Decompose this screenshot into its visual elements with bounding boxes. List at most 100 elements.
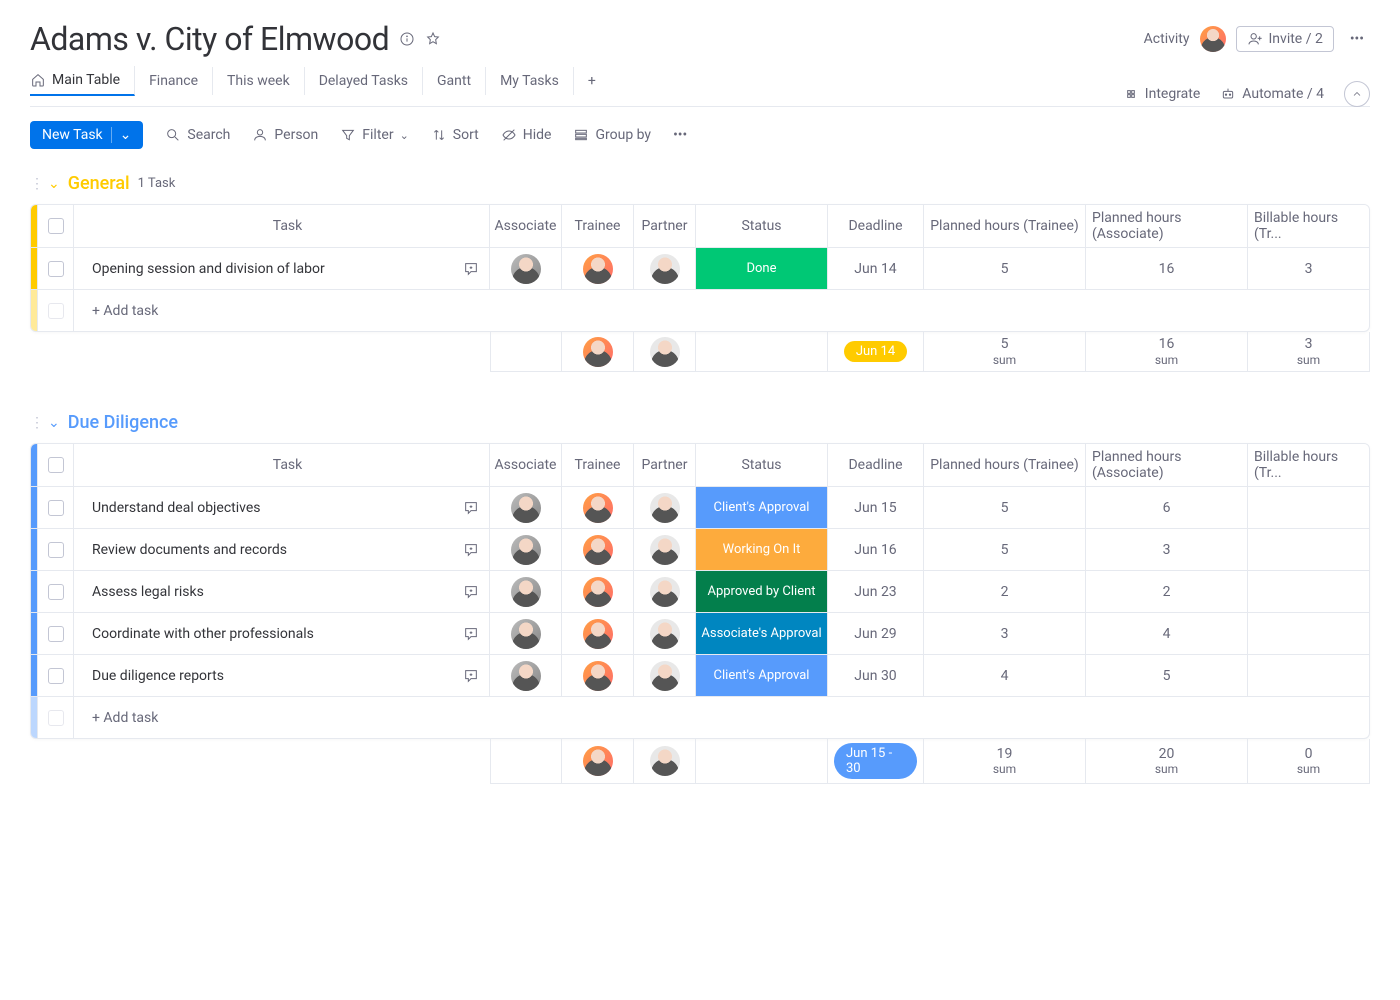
col-planned-trainee[interactable]: Planned hours (Trainee) (923, 205, 1085, 247)
tab-this-week[interactable]: This week (213, 67, 305, 95)
drag-icon[interactable]: ⋮ (30, 415, 40, 431)
integrate-button[interactable]: Integrate (1123, 86, 1201, 102)
automate-button[interactable]: Automate / 4 (1220, 86, 1324, 102)
deadline-cell[interactable]: Jun 30 (827, 655, 923, 696)
partner-avatar[interactable] (633, 248, 695, 289)
associate-avatar[interactable] (489, 487, 561, 528)
billable-trainee-cell[interactable] (1247, 613, 1369, 654)
invite-button[interactable]: Invite / 2 (1236, 26, 1334, 52)
chevron-down-icon[interactable]: ⌄ (48, 415, 60, 431)
activity-link[interactable]: Activity (1144, 31, 1190, 47)
billable-trainee-cell[interactable]: 3 (1247, 248, 1369, 289)
col-billable-trainee[interactable]: Billable hours (Tr... (1247, 444, 1369, 486)
row-checkbox[interactable] (37, 529, 73, 570)
row-checkbox[interactable] (37, 571, 73, 612)
add-task-button[interactable]: + Add task (73, 290, 453, 331)
conversation-icon[interactable] (453, 571, 489, 612)
star-icon[interactable] (425, 31, 441, 47)
partner-avatar[interactable] (633, 571, 695, 612)
col-task[interactable]: Task (73, 205, 489, 247)
filter-button[interactable]: Filter⌄ (340, 127, 409, 143)
tab-delayed-tasks[interactable]: Delayed Tasks (305, 67, 423, 95)
task-name[interactable]: Coordinate with other professionals (73, 613, 453, 654)
more-icon[interactable]: ••• (1344, 31, 1370, 47)
col-associate[interactable]: Associate (489, 205, 561, 247)
trainee-avatar[interactable] (561, 529, 633, 570)
deadline-cell[interactable]: Jun 16 (827, 529, 923, 570)
trainee-avatar[interactable] (561, 613, 633, 654)
col-deadline[interactable]: Deadline (827, 205, 923, 247)
add-tab-button[interactable]: + (574, 67, 610, 95)
col-trainee[interactable]: Trainee (561, 444, 633, 486)
billable-trainee-cell[interactable] (1247, 529, 1369, 570)
partner-avatar[interactable] (633, 487, 695, 528)
planned-associate-cell[interactable]: 3 (1085, 529, 1247, 570)
planned-associate-cell[interactable]: 4 (1085, 613, 1247, 654)
tab-gantt[interactable]: Gantt (423, 67, 486, 95)
associate-avatar[interactable] (489, 655, 561, 696)
tab-finance[interactable]: Finance (135, 67, 213, 95)
group-name[interactable]: Due Diligence (68, 412, 178, 433)
col-planned-associate[interactable]: Planned hours (Associate) (1085, 205, 1247, 247)
deadline-cell[interactable]: Jun 29 (827, 613, 923, 654)
conversation-icon[interactable] (453, 613, 489, 654)
toolbar-more[interactable]: ••• (673, 127, 687, 143)
trainee-avatar[interactable] (561, 655, 633, 696)
associate-avatar[interactable] (489, 613, 561, 654)
col-planned-trainee[interactable]: Planned hours (Trainee) (923, 444, 1085, 486)
task-name[interactable]: Opening session and division of labor (73, 248, 453, 289)
row-checkbox[interactable] (37, 487, 73, 528)
planned-associate-cell[interactable]: 6 (1085, 487, 1247, 528)
col-associate[interactable]: Associate (489, 444, 561, 486)
person-filter[interactable]: Person (252, 127, 318, 143)
status-cell[interactable]: Associate's Approval (695, 613, 827, 654)
task-name[interactable]: Due diligence reports (73, 655, 453, 696)
search-button[interactable]: Search (165, 127, 230, 143)
conversation-icon[interactable] (453, 248, 489, 289)
hide-button[interactable]: Hide (501, 127, 552, 143)
planned-trainee-cell[interactable]: 4 (923, 655, 1085, 696)
deadline-cell[interactable]: Jun 15 (827, 487, 923, 528)
select-all-checkbox[interactable] (37, 444, 73, 486)
row-checkbox[interactable] (37, 613, 73, 654)
collapse-button[interactable] (1344, 81, 1370, 107)
associate-avatar[interactable] (489, 529, 561, 570)
task-name[interactable]: Understand deal objectives (73, 487, 453, 528)
chevron-down-icon[interactable]: ⌄ (111, 127, 132, 143)
planned-associate-cell[interactable]: 2 (1085, 571, 1247, 612)
col-status[interactable]: Status (695, 444, 827, 486)
tab-main-table[interactable]: Main Table (30, 66, 135, 96)
col-billable-trainee[interactable]: Billable hours (Tr... (1247, 205, 1369, 247)
sort-button[interactable]: Sort (431, 127, 479, 143)
planned-trainee-cell[interactable]: 2 (923, 571, 1085, 612)
row-checkbox[interactable] (37, 248, 73, 289)
task-name[interactable]: Assess legal risks (73, 571, 453, 612)
billable-trainee-cell[interactable] (1247, 487, 1369, 528)
planned-associate-cell[interactable]: 5 (1085, 655, 1247, 696)
trainee-avatar[interactable] (561, 571, 633, 612)
deadline-cell[interactable]: Jun 23 (827, 571, 923, 612)
select-all-checkbox[interactable] (37, 205, 73, 247)
activity-avatar[interactable] (1200, 26, 1226, 52)
info-icon[interactable] (399, 31, 415, 47)
groupby-button[interactable]: Group by (573, 127, 651, 143)
planned-trainee-cell[interactable]: 3 (923, 613, 1085, 654)
row-checkbox[interactable] (37, 655, 73, 696)
partner-avatar[interactable] (633, 529, 695, 570)
add-task-button[interactable]: + Add task (73, 697, 453, 738)
planned-trainee-cell[interactable]: 5 (923, 529, 1085, 570)
planned-associate-cell[interactable]: 16 (1085, 248, 1247, 289)
col-deadline[interactable]: Deadline (827, 444, 923, 486)
status-cell[interactable]: Client's Approval (695, 655, 827, 696)
deadline-cell[interactable]: Jun 14 (827, 248, 923, 289)
associate-avatar[interactable] (489, 248, 561, 289)
new-task-button[interactable]: New Task ⌄ (30, 121, 143, 149)
trainee-avatar[interactable] (561, 487, 633, 528)
col-status[interactable]: Status (695, 205, 827, 247)
billable-trainee-cell[interactable] (1247, 655, 1369, 696)
status-cell[interactable]: Working On It (695, 529, 827, 570)
group-name[interactable]: General (68, 173, 130, 194)
col-trainee[interactable]: Trainee (561, 205, 633, 247)
conversation-icon[interactable] (453, 529, 489, 570)
tab-my-tasks[interactable]: My Tasks (486, 67, 574, 95)
